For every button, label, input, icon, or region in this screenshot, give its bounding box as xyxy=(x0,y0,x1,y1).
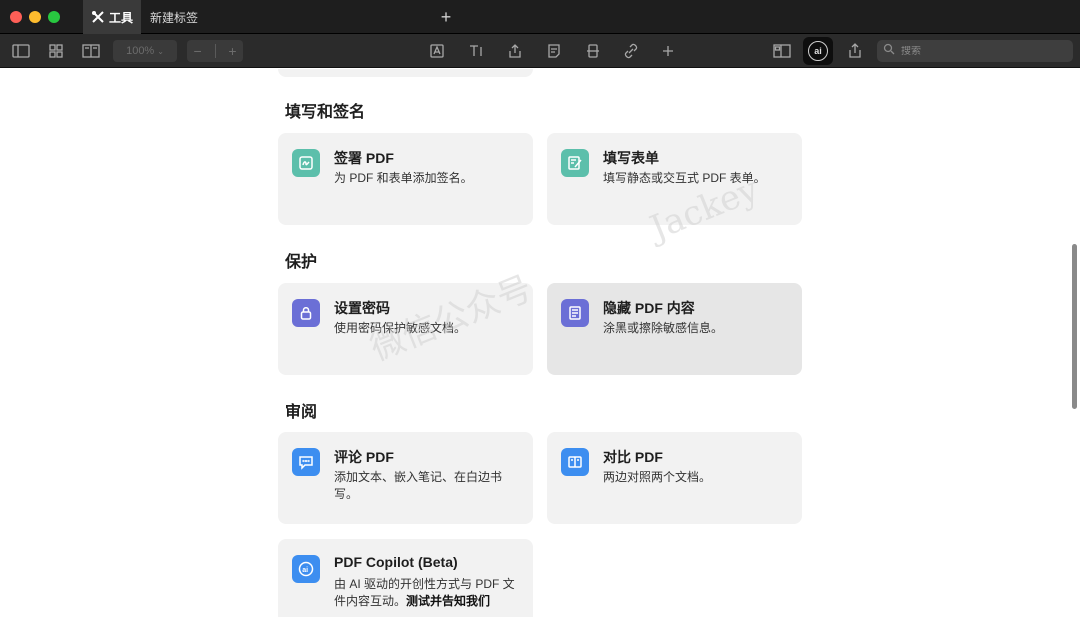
chevron-down-icon: ⌄ xyxy=(157,46,164,56)
zoom-select[interactable]: 100% ⌄ xyxy=(113,40,177,62)
tool-card-fill-form[interactable]: 填写表单 填写静态或交互式 PDF 表单。 xyxy=(547,133,802,225)
title-bar: 工具 新建标签 + xyxy=(0,0,1080,34)
tool-card-pdf-copilot[interactable]: ai PDF Copilot (Beta) 由 AI 驱动的开创性方式与 PDF… xyxy=(278,539,533,617)
comment-icon xyxy=(292,448,320,476)
svg-text:ai: ai xyxy=(302,567,308,574)
zoom-in-button[interactable]: + xyxy=(228,43,236,59)
redact-icon xyxy=(561,299,589,327)
close-window-button[interactable] xyxy=(10,11,22,23)
search-input[interactable] xyxy=(901,45,1061,57)
tools-panel: 填写和签名 签署 PDF 为 PDF 和表单添加签名。 填写表单 填写静态或交互… xyxy=(0,69,1080,617)
minimize-window-button[interactable] xyxy=(29,11,41,23)
tool-card-sign-pdf[interactable]: 签署 PDF 为 PDF 和表单添加签名。 xyxy=(278,133,533,225)
card-description: 添加文本、嵌入笔记、在白边书写。 xyxy=(334,470,503,501)
share-icon[interactable] xyxy=(846,42,864,60)
card-title: 隐藏 PDF 内容 xyxy=(603,300,695,316)
toolbar: 100% ⌄ − + ai xyxy=(0,34,1080,68)
tab-tools-label: 工具 xyxy=(109,10,134,25)
tool-card-compare-pdf[interactable]: 对比 PDF 两边对照两个文档。 xyxy=(547,432,802,524)
sidebar-toggle-icon[interactable] xyxy=(12,42,30,60)
card-description: 为 PDF 和表单添加签名。 xyxy=(334,171,473,185)
zoom-stepper: − + xyxy=(187,40,243,62)
tab-new-label: 新建标签 xyxy=(150,10,199,25)
card-description: 涂黑或擦除敏感信息。 xyxy=(603,321,724,335)
note-icon[interactable] xyxy=(545,42,563,60)
card-title: 对比 PDF xyxy=(603,449,663,465)
card-title: 填写表单 xyxy=(603,150,659,166)
page-view-icon[interactable] xyxy=(82,42,100,60)
add-tab-button[interactable]: + xyxy=(438,6,454,28)
ai-copilot-icon: ai xyxy=(292,555,320,583)
fill-form-icon xyxy=(561,149,589,177)
card-title: 设置密码 xyxy=(334,300,390,316)
tab-new[interactable]: 新建标签 xyxy=(150,0,198,34)
tab-tools[interactable]: 工具 xyxy=(83,0,141,34)
sign-icon xyxy=(292,149,320,177)
search-icon xyxy=(883,42,897,60)
section-title-review: 审阅 xyxy=(285,404,318,421)
text-tool-icon[interactable] xyxy=(467,42,485,60)
lock-icon xyxy=(292,299,320,327)
feedback-link[interactable]: 测试并告知我们 xyxy=(406,594,490,608)
tool-card-set-password[interactable]: 设置密码 使用密码保护敏感文档。 xyxy=(278,283,533,375)
card-description: 使用密码保护敏感文档。 xyxy=(334,321,467,335)
card-description: 两边对照两个文档。 xyxy=(603,470,712,484)
card-title: PDF Copilot (Beta) xyxy=(334,554,458,570)
text-box-icon[interactable] xyxy=(428,42,446,60)
link-icon[interactable] xyxy=(622,42,640,60)
grid-view-icon[interactable] xyxy=(47,42,65,60)
section-title-protect: 保护 xyxy=(285,254,318,271)
divider xyxy=(214,44,216,58)
card-title: 签署 PDF xyxy=(334,150,394,166)
card-title: 评论 PDF xyxy=(334,449,394,465)
zoom-out-button[interactable]: − xyxy=(193,43,201,59)
tools-icon xyxy=(91,10,105,24)
previous-card-edge xyxy=(278,69,533,77)
reader-view-icon[interactable] xyxy=(773,42,791,60)
share-export-icon[interactable] xyxy=(506,42,524,60)
add-icon[interactable] xyxy=(659,42,677,60)
compare-icon xyxy=(561,448,589,476)
zoom-value: 100% xyxy=(126,45,155,57)
tool-card-redact-pdf[interactable]: 隐藏 PDF 内容 涂黑或擦除敏感信息。 xyxy=(547,283,802,375)
card-description: 填写静态或交互式 PDF 表单。 xyxy=(603,171,766,185)
ai-assistant-button[interactable]: ai xyxy=(803,37,833,65)
ai-icon: ai xyxy=(808,41,828,61)
section-title-fill-sign: 填写和签名 xyxy=(285,104,366,121)
tool-card-comment-pdf[interactable]: 评论 PDF 添加文本、嵌入笔记、在白边书写。 xyxy=(278,432,533,524)
search-box[interactable] xyxy=(877,40,1073,62)
card-description: 由 AI 驱动的开创性方式与 PDF 文件内容互动。测试并告知我们 xyxy=(334,576,522,610)
scrollbar[interactable] xyxy=(1072,244,1077,409)
strikethrough-icon[interactable] xyxy=(584,42,602,60)
maximize-window-button[interactable] xyxy=(48,11,60,23)
